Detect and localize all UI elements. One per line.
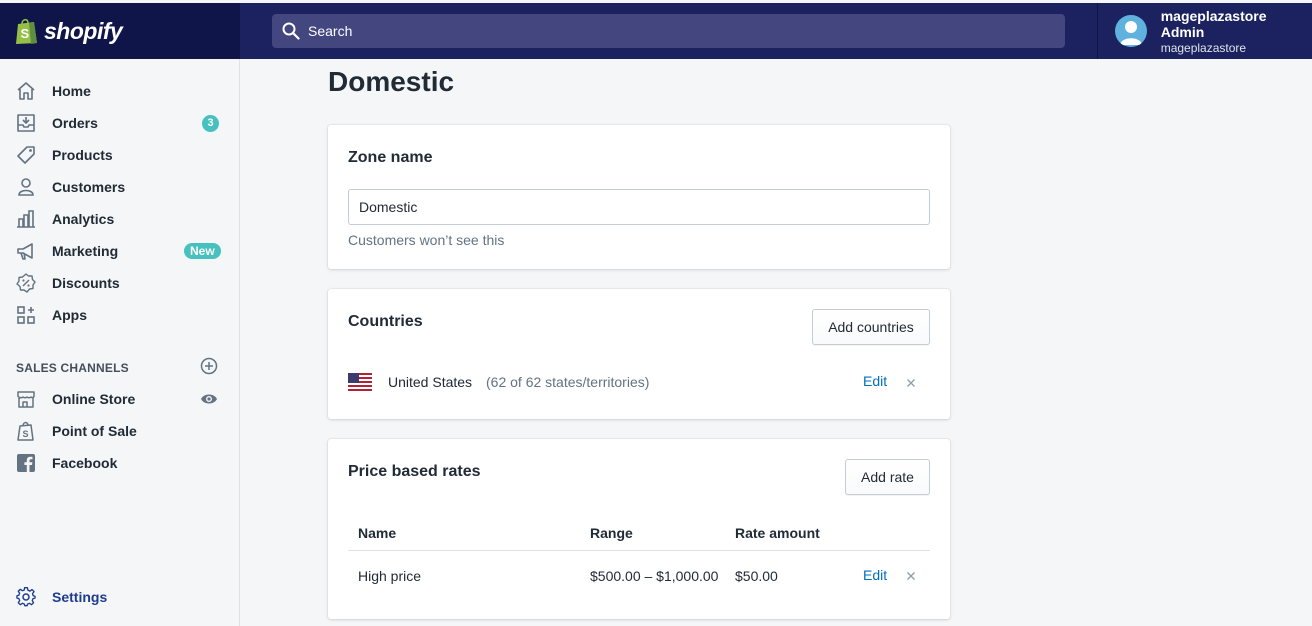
tag-icon: [16, 145, 36, 165]
bar-chart-icon: [16, 209, 36, 229]
sidebar-item-label: Settings: [52, 589, 108, 605]
sidebar-item-customers[interactable]: Customers: [0, 171, 239, 203]
svg-text:S: S: [21, 26, 30, 41]
orders-icon: [16, 113, 36, 133]
user-silhouette-icon: [1120, 21, 1142, 45]
edit-country-link[interactable]: Edit: [863, 373, 887, 389]
brand-name: shopify: [44, 17, 123, 44]
help-text: Customers won’t see this: [348, 232, 505, 248]
table-divider: [348, 550, 930, 551]
sidebar-item-marketing[interactable]: Marketing New: [0, 235, 239, 267]
apps-icon: [16, 305, 36, 325]
sidebar-item-label: Marketing: [52, 243, 119, 259]
close-icon[interactable]: [905, 570, 917, 582]
sidebar-item-label: Home: [52, 83, 91, 99]
sidebar-item-label: Products: [52, 147, 113, 163]
sidebar-item-discounts[interactable]: Discounts: [0, 267, 239, 299]
edit-rate-link[interactable]: Edit: [863, 567, 887, 583]
svg-text:S: S: [23, 429, 29, 439]
sidebar-item-analytics[interactable]: Analytics: [0, 203, 239, 235]
eye-icon[interactable]: [200, 390, 218, 408]
sidebar-item-settings[interactable]: Settings: [0, 581, 239, 613]
zone-name-input[interactable]: [348, 189, 930, 225]
sidebar-item-home[interactable]: Home: [0, 75, 239, 107]
top-bar: S shopify mageplazastore Admin mageplaza…: [0, 0, 1312, 59]
rate-name: High price: [358, 568, 422, 584]
us-flag-icon: [348, 373, 372, 391]
countries-card: Countries Add countries United States (6…: [328, 289, 950, 419]
discount-icon: [16, 273, 36, 293]
avatar: [1115, 15, 1147, 47]
add-rate-button[interactable]: Add rate: [845, 459, 930, 495]
zone-name-card: Zone name Customers won’t see this: [328, 125, 950, 269]
store-icon: [16, 389, 36, 409]
shopify-bag-icon: S: [16, 18, 37, 44]
sidebar: Home Orders 3 Products Customers Analyti…: [0, 59, 240, 626]
rate-amount: $50.00: [735, 568, 778, 584]
sidebar-item-apps[interactable]: Apps: [0, 299, 239, 331]
user-info: mageplazastore Admin mageplazastore: [1161, 8, 1312, 55]
close-icon[interactable]: [905, 377, 917, 389]
sidebar-item-facebook[interactable]: Facebook: [0, 447, 239, 479]
sidebar-item-point-of-sale[interactable]: S Point of Sale: [0, 415, 239, 447]
sidebar-item-label: Discounts: [52, 275, 120, 291]
price-rates-card: Price based rates Add rate Name Range Ra…: [328, 439, 950, 619]
search-bar[interactable]: [272, 14, 1065, 48]
home-icon: [16, 81, 36, 101]
country-regions: (62 of 62 states/territories): [486, 374, 650, 390]
column-header-name: Name: [358, 525, 397, 541]
sidebar-item-label: Orders: [52, 115, 98, 131]
shopify-logo[interactable]: S shopify: [0, 3, 240, 59]
store-name: mageplazastore: [1160, 40, 1247, 55]
sidebar-item-label: Facebook: [52, 455, 118, 471]
sidebar-item-label: Online Store: [52, 391, 136, 407]
column-header-rate-amount: Rate amount: [735, 525, 820, 541]
user-name: mageplazastore Admin: [1160, 7, 1267, 40]
card-heading: Price based rates: [348, 463, 481, 480]
orders-count-badge: 3: [202, 114, 219, 132]
card-heading: Zone name: [348, 149, 433, 166]
search-input[interactable]: [308, 23, 1008, 39]
facebook-icon: [16, 453, 36, 473]
gear-icon: [16, 587, 36, 607]
add-sales-channel-icon[interactable]: [200, 357, 218, 375]
sidebar-item-label: Analytics: [52, 211, 115, 227]
country-name: United States: [388, 374, 473, 390]
sidebar-item-orders[interactable]: Orders 3: [0, 107, 239, 139]
sidebar-item-products[interactable]: Products: [0, 139, 239, 171]
sales-channels-heading: SALES CHANNELS: [16, 361, 129, 375]
add-countries-button[interactable]: Add countries: [812, 309, 930, 345]
pos-bag-icon: S: [16, 421, 36, 441]
card-heading: Countries: [348, 313, 423, 330]
sidebar-item-label: Apps: [52, 307, 87, 323]
person-icon: [16, 177, 36, 197]
rate-range: $500.00 – $1,000.00: [590, 568, 719, 584]
user-menu[interactable]: mageplazastore Admin mageplazastore: [1097, 3, 1312, 59]
sidebar-item-label: Customers: [52, 179, 126, 195]
new-badge: New: [184, 243, 221, 259]
megaphone-icon: [16, 241, 36, 261]
column-header-range: Range: [590, 525, 633, 541]
page-title: Domestic: [328, 66, 455, 97]
search-icon: [282, 22, 300, 40]
sidebar-item-label: Point of Sale: [52, 423, 137, 439]
